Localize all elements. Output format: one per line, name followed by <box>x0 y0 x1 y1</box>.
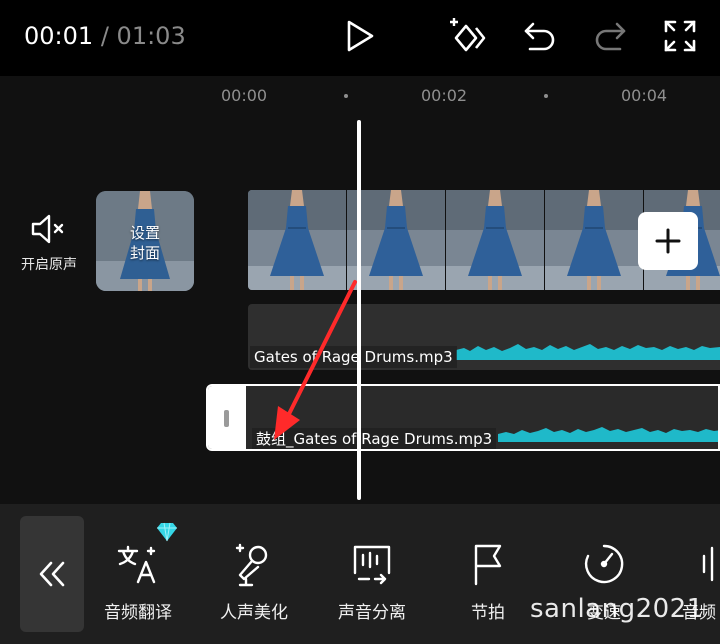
undo-icon[interactable] <box>518 14 562 58</box>
tool-sound-separation[interactable]: 声音分离 <box>312 538 432 623</box>
ruler-dot <box>344 94 348 98</box>
diamond-icon <box>157 522 177 542</box>
add-clip-button[interactable] <box>638 212 698 270</box>
mute-original-button[interactable]: 开启原声 <box>14 212 84 274</box>
audio-waveform <box>498 427 718 442</box>
tool-voice-beautify-label: 人声美化 <box>220 603 288 623</box>
timeline-ruler[interactable]: 00:00 00:02 00:04 <box>0 76 720 116</box>
video-frame-thumbnail <box>545 190 643 290</box>
audio-icon <box>702 546 714 582</box>
top-bar: 00:01 / 01:03 <box>0 0 720 76</box>
ruler-dot <box>544 94 548 98</box>
mute-original-label: 开启原声 <box>21 257 77 273</box>
speed-icon <box>584 544 624 584</box>
time-separator: / <box>100 22 109 50</box>
video-frame-thumbnail <box>446 190 544 290</box>
ruler-tick: 00:00 <box>221 86 268 105</box>
flag-icon <box>474 544 502 586</box>
translate-icon <box>117 545 156 584</box>
set-cover-label: 设置 封面 <box>96 223 194 263</box>
total-time: 01:03 <box>116 22 186 50</box>
current-time: 00:01 <box>24 22 94 50</box>
time-display: 00:01 / 01:03 <box>24 20 186 52</box>
double-chevron-left-icon <box>39 561 65 587</box>
play-icon[interactable] <box>338 14 382 58</box>
tool-voice-beautify[interactable]: 人声美化 <box>194 538 314 623</box>
plus-icon <box>655 228 681 254</box>
sound-separation-icon <box>353 545 391 585</box>
annotation-arrow <box>274 280 357 440</box>
keyframe-icon[interactable] <box>446 14 490 58</box>
trim-handle-left[interactable] <box>208 386 246 449</box>
tool-audio-translate[interactable]: 音频翻译 <box>78 522 198 623</box>
collapse-toolbar-button[interactable] <box>20 516 84 632</box>
tool-sound-separation-label: 声音分离 <box>338 603 406 623</box>
fullscreen-icon[interactable] <box>658 14 702 58</box>
audio-waveform <box>456 344 720 360</box>
microphone-icon <box>235 543 268 587</box>
ruler-tick: 00:02 <box>421 86 468 105</box>
tool-audio-translate-label: 音频翻译 <box>104 603 172 623</box>
speaker-muted-icon <box>31 214 64 244</box>
redo-icon[interactable] <box>588 14 632 58</box>
ruler-tick: 00:04 <box>621 86 668 105</box>
cover-label-line2: 封面 <box>129 244 160 262</box>
watermark: sanlang2021 <box>530 594 704 624</box>
cover-label-line1: 设置 <box>129 224 160 242</box>
set-cover-button[interactable]: 设置 封面 <box>96 191 194 291</box>
